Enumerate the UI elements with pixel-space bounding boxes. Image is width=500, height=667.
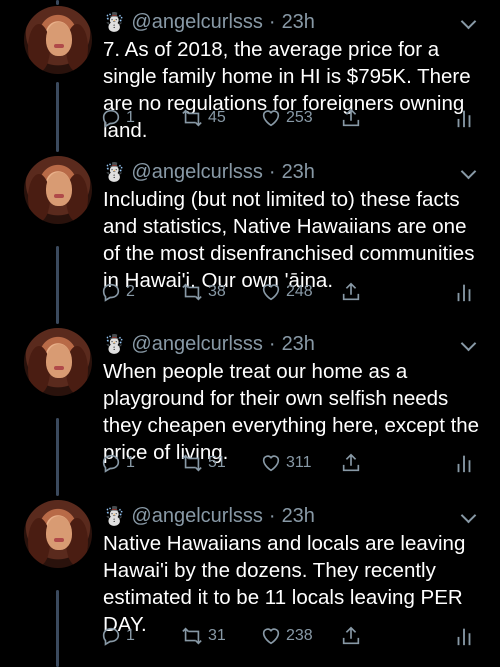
reply-button[interactable]: 2 <box>100 281 135 303</box>
analytics-icon <box>457 110 471 128</box>
tweet[interactable]: ☃️ @angelcurlsss · 23h Native Hawaiians … <box>0 500 500 667</box>
heart-icon <box>262 284 280 301</box>
tweet-text: When people treat our home as a playgrou… <box>103 360 480 464</box>
retweet-icon <box>182 283 202 301</box>
snowman-emoji: ☃️ <box>103 506 126 526</box>
share-icon <box>342 282 360 301</box>
retweet-icon <box>182 627 202 645</box>
user-handle[interactable]: @angelcurlsss <box>131 505 262 528</box>
share-icon <box>342 626 360 645</box>
analytics-button[interactable] <box>456 625 472 647</box>
retweet-count: 51 <box>208 454 226 471</box>
chevron-down-icon[interactable] <box>460 335 477 352</box>
retweet-icon <box>182 454 202 472</box>
snowman-emoji: ☃️ <box>103 162 126 182</box>
analytics-button[interactable] <box>456 281 472 303</box>
timestamp[interactable]: 23h <box>282 161 315 184</box>
chevron-down-icon[interactable] <box>460 507 477 524</box>
retweet-count: 38 <box>208 283 226 300</box>
separator-dot: · <box>268 504 276 527</box>
chevron-down-icon[interactable] <box>460 13 477 30</box>
timestamp[interactable]: 23h <box>282 505 315 528</box>
user-handle[interactable]: @angelcurlsss <box>131 11 262 34</box>
like-count: 311 <box>286 454 312 471</box>
retweet-button[interactable]: 45 <box>180 107 226 129</box>
separator-dot: · <box>268 10 276 33</box>
separator-dot: · <box>268 160 276 183</box>
reply-button[interactable]: 1 <box>100 107 135 129</box>
heart-icon <box>262 628 280 645</box>
retweet-button[interactable]: 51 <box>180 452 226 474</box>
chevron-down-icon[interactable] <box>460 163 477 180</box>
reply-icon <box>102 627 120 646</box>
timestamp[interactable]: 23h <box>282 11 315 34</box>
share-button[interactable] <box>340 281 362 303</box>
avatar[interactable] <box>24 500 92 568</box>
analytics-button[interactable] <box>456 107 472 129</box>
reply-icon <box>102 109 120 128</box>
tweet-header: ☃️ @angelcurlsss · 23h <box>103 330 315 358</box>
share-button[interactable] <box>340 625 362 647</box>
like-count: 253 <box>286 109 313 126</box>
separator-dot: · <box>268 332 276 355</box>
tweet[interactable]: ☃️ @angelcurlsss · 23h When people treat… <box>0 328 500 500</box>
reply-count: 1 <box>126 454 135 471</box>
reply-button[interactable]: 1 <box>100 452 135 474</box>
like-button[interactable]: 248 <box>260 281 313 303</box>
retweet-icon <box>182 109 202 127</box>
reply-count: 1 <box>126 627 135 644</box>
analytics-icon <box>457 455 471 473</box>
retweet-button[interactable]: 31 <box>180 625 226 647</box>
like-button[interactable]: 238 <box>260 625 313 647</box>
heart-icon <box>262 110 280 127</box>
thread-line <box>56 0 59 5</box>
share-icon <box>342 108 360 127</box>
avatar[interactable] <box>24 6 92 74</box>
like-count: 238 <box>286 627 313 644</box>
tweet-header: ☃️ @angelcurlsss · 23h <box>103 502 315 530</box>
retweet-count: 45 <box>208 109 226 126</box>
avatar[interactable] <box>24 328 92 396</box>
like-count: 248 <box>286 283 313 300</box>
analytics-icon <box>457 284 471 302</box>
share-button[interactable] <box>340 107 362 129</box>
retweet-button[interactable]: 38 <box>180 281 226 303</box>
share-icon <box>342 453 360 472</box>
tweet[interactable]: ☃️ @angelcurlsss · 23h Including (but no… <box>0 156 500 328</box>
analytics-button[interactable] <box>456 452 472 474</box>
retweet-count: 31 <box>208 627 226 644</box>
tweet-header: ☃️ @angelcurlsss · 23h <box>103 8 315 36</box>
tweet-header: ☃️ @angelcurlsss · 23h <box>103 158 315 186</box>
user-handle[interactable]: @angelcurlsss <box>131 333 262 356</box>
share-button[interactable] <box>340 452 362 474</box>
timestamp[interactable]: 23h <box>282 333 315 356</box>
like-button[interactable]: 253 <box>260 107 313 129</box>
avatar[interactable] <box>24 156 92 224</box>
reply-count: 1 <box>126 109 135 126</box>
user-handle[interactable]: @angelcurlsss <box>131 161 262 184</box>
heart-icon <box>262 455 280 472</box>
analytics-icon <box>457 628 471 646</box>
snowman-emoji: ☃️ <box>103 334 126 354</box>
reply-count: 2 <box>126 283 135 300</box>
like-button[interactable]: 311 <box>260 452 312 474</box>
tweet-text: Native Hawaiians and locals are leaving … <box>103 532 466 636</box>
snowman-emoji: ☃️ <box>103 12 126 32</box>
reply-icon <box>102 283 120 302</box>
tweet-text: Including (but not limited to) these fac… <box>103 188 475 292</box>
tweet[interactable]: ☃️ @angelcurlsss · 23h 7. As of 2018, th… <box>0 6 500 156</box>
reply-icon <box>102 454 120 473</box>
reply-button[interactable]: 1 <box>100 625 135 647</box>
